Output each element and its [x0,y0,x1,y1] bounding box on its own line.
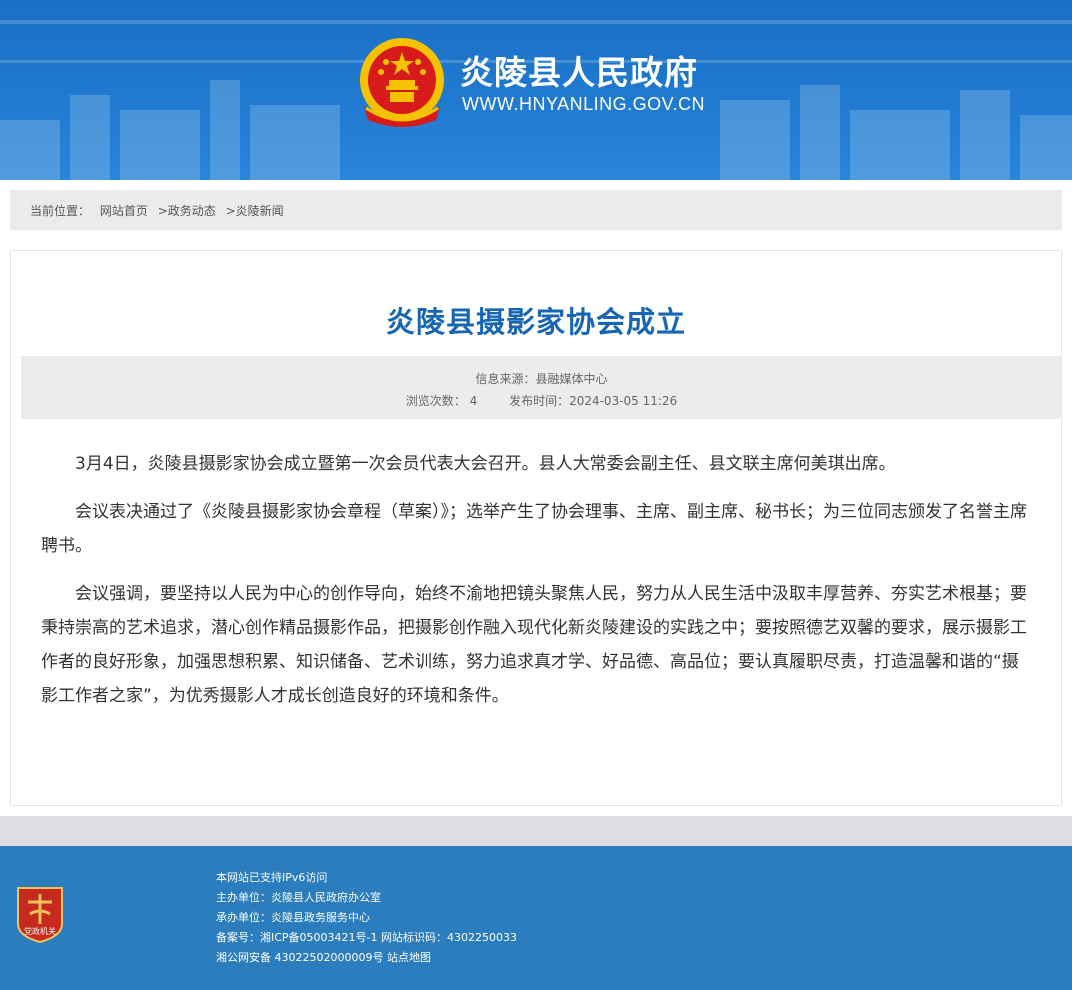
footer-operator: 承办单位：炎陵县政务服务中心 [216,911,370,924]
article-views: 浏览次数： 4 [405,394,478,408]
article-meta-row: 浏览次数： 4 发布时间：2024-03-05 11:26 [21,392,1062,409]
footer-ipv6: 本网站已支持IPv6访问 [216,871,328,884]
breadcrumb-politics-link[interactable]: >政务动态 [158,204,216,218]
article-published-time: 发布时间：2024-03-05 11:26 [509,394,678,408]
footer-icp[interactable]: 备案号：湘ICP备05003421号-1 网站标识码：4302250033 [216,928,517,948]
article-meta: 信息来源：县融媒体中心 浏览次数： 4 发布时间：2024-03-05 11:2… [21,356,1062,419]
site-header: 炎陵县人民政府 WWW.HNYANLING.GOV.CN [0,0,1072,180]
breadcrumb-home-link[interactable]: 网站首页 [100,204,148,218]
badge-label: 党政机关 [24,926,56,936]
breadcrumb-label: 当前位置： [30,204,91,218]
breadcrumb-news-link[interactable]: >炎陵新闻 [226,204,284,218]
national-emblem-icon [360,38,444,127]
article-source: 信息来源：县融媒体中心 [475,372,608,386]
breadcrumb: 当前位置： 网站首页 >政务动态 >炎陵新闻 [10,190,1062,230]
article-body: 3月4日，炎陵县摄影家协会成立暨第一次会员代表大会召开。县人大常委会副主任、县文… [41,447,1035,727]
article-paragraph: 会议表决通过了《炎陵县摄影家协会章程（草案）》；选举产生了协会理事、主席、副主席… [41,502,1027,556]
footer-info: 本网站已支持IPv6访问 主办单位：炎陵县人民政府办公室 承办单位：炎陵县政务服… [216,868,517,968]
footer-sponsor: 主办单位：炎陵县人民政府办公室 [216,891,381,904]
article-paragraph: 会议强调，要坚持以人民为中心的创作导向，始终不渝地把镜头聚焦人民，努力从人民生活… [41,584,1027,706]
article-paragraph: 3月4日，炎陵县摄影家协会成立暨第一次会员代表大会召开。县人大常委会副主任、县文… [75,454,896,474]
party-government-badge-icon[interactable]: 党政机关 [14,884,66,944]
article-title: 炎陵县摄影家协会成立 [385,305,686,339]
footer-sitemap-link[interactable]: 站点地图 [387,951,431,964]
footer-police-row: 湘公网安备 43022502000009号 站点地图 [216,948,517,968]
article-container: 炎陵县摄影家协会成立 信息来源：县融媒体中心 浏览次数： 4 发布时间：2024… [10,250,1062,806]
site-footer: 党政机关 本网站已支持IPv6访问 主办单位：炎陵县人民政府办公室 承办单位：炎… [0,846,1072,990]
footer-police-record-link[interactable]: 湘公网安备 43022502000009号 [216,951,383,964]
site-url[interactable]: WWW.HNYANLING.GOV.CN [462,94,705,115]
site-name[interactable]: 炎陵县人民政府 [460,46,698,94]
footer-divider-band [0,816,1072,846]
